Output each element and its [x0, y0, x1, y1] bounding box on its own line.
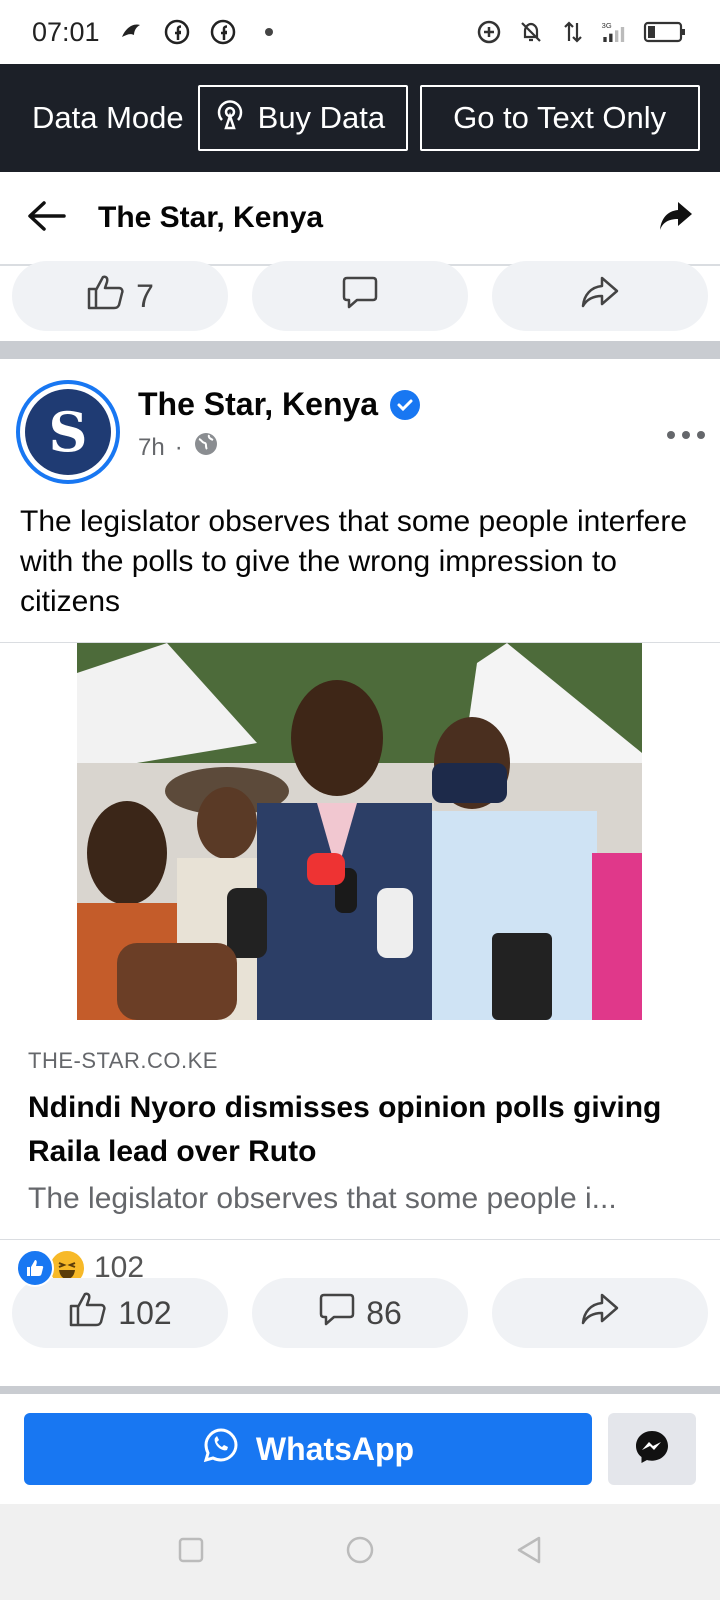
bird-icon: [116, 17, 146, 47]
comment-count: 86: [366, 1294, 402, 1331]
share-bar-separator: [0, 1386, 720, 1394]
facebook-icon: [162, 17, 192, 47]
thumbs-up-icon: [68, 1290, 108, 1336]
avatar[interactable]: S: [16, 380, 120, 484]
text-only-label: Go to Text Only: [453, 100, 667, 135]
link-description: The legislator observes that some people…: [28, 1182, 617, 1215]
link-domain: THE-STAR.CO.KE: [28, 1048, 218, 1073]
data-saver-icon: [474, 17, 504, 47]
whatsapp-icon: [202, 1426, 240, 1472]
page-title: The Star, Kenya: [98, 201, 324, 234]
share-icon: [580, 274, 620, 318]
back-nav-icon[interactable]: [515, 1535, 543, 1570]
share-button[interactable]: [492, 1278, 708, 1348]
buy-data-label: Buy Data: [257, 100, 386, 135]
post-text: The legislator observes that some people…: [20, 505, 688, 618]
post-page-name[interactable]: The Star, Kenya: [138, 386, 378, 423]
text-only-button[interactable]: Go to Text Only: [419, 85, 700, 151]
status-time: 07:01: [32, 16, 100, 47]
meta-separator: ·: [174, 433, 183, 461]
prev-post-actions: 7: [0, 261, 720, 331]
like-count: 7: [136, 277, 154, 314]
like-reaction-icon: [16, 1249, 54, 1287]
more-options-icon[interactable]: [666, 414, 706, 490]
data-mode-bar: Data Mode Buy Data Go to Text Only: [0, 64, 720, 172]
post-actions: 102 86: [0, 1278, 720, 1348]
broadcast-icon: [212, 96, 248, 140]
comment-button[interactable]: [252, 261, 468, 331]
messenger-icon: [632, 1427, 672, 1472]
like-button[interactable]: 7: [12, 261, 228, 331]
post-image[interactable]: [77, 643, 642, 1020]
home-icon[interactable]: [345, 1535, 375, 1570]
comment-icon: [341, 273, 379, 319]
facebook-icon: [208, 17, 238, 47]
link-preview[interactable]: THE-STAR.CO.KE Ndindi Nyoro dismisses op…: [0, 1020, 720, 1240]
globe-icon: [193, 431, 219, 464]
network-type-label: 3G: [602, 21, 612, 30]
battery-icon: [642, 17, 688, 47]
signal-3g-icon: 3G: [600, 17, 630, 47]
share-icon: [580, 1291, 620, 1335]
like-count: 102: [118, 1294, 172, 1331]
share-bar: WhatsApp: [0, 1394, 720, 1504]
whatsapp-label: WhatsApp: [255, 1430, 415, 1467]
data-arrows-icon: [558, 17, 588, 47]
system-nav-bar: [0, 1504, 720, 1600]
avatar-logo: S: [25, 389, 111, 475]
recent-apps-icon[interactable]: [177, 1536, 205, 1569]
whatsapp-share-button[interactable]: WhatsApp: [24, 1413, 592, 1485]
system-icons: 3G: [474, 17, 688, 47]
bell-off-icon: [516, 17, 546, 47]
messenger-share-button[interactable]: [608, 1413, 696, 1485]
comment-icon: [318, 1290, 356, 1336]
share-arrow-icon[interactable]: [658, 199, 694, 238]
thumbs-up-icon: [86, 273, 126, 319]
comment-button[interactable]: 86: [252, 1278, 468, 1348]
post-time: 7h: [138, 433, 165, 461]
post-separator: [0, 341, 720, 359]
notification-icons: [116, 17, 284, 47]
status-bar: 07:01 3G: [0, 0, 720, 64]
data-mode-label: Data Mode: [32, 100, 184, 135]
page-header: The Star, Kenya: [0, 172, 720, 266]
post-header: S The Star, Kenya 7h ·: [16, 380, 706, 490]
link-title[interactable]: Ndindi Nyoro dismisses opinion polls giv…: [28, 1086, 692, 1174]
like-button[interactable]: 102: [12, 1278, 228, 1348]
buy-data-button[interactable]: Buy Data: [197, 85, 408, 151]
dot-icon: [254, 17, 284, 47]
back-arrow-icon[interactable]: [26, 199, 68, 238]
share-button[interactable]: [492, 261, 708, 331]
verified-badge-icon: [390, 389, 421, 420]
